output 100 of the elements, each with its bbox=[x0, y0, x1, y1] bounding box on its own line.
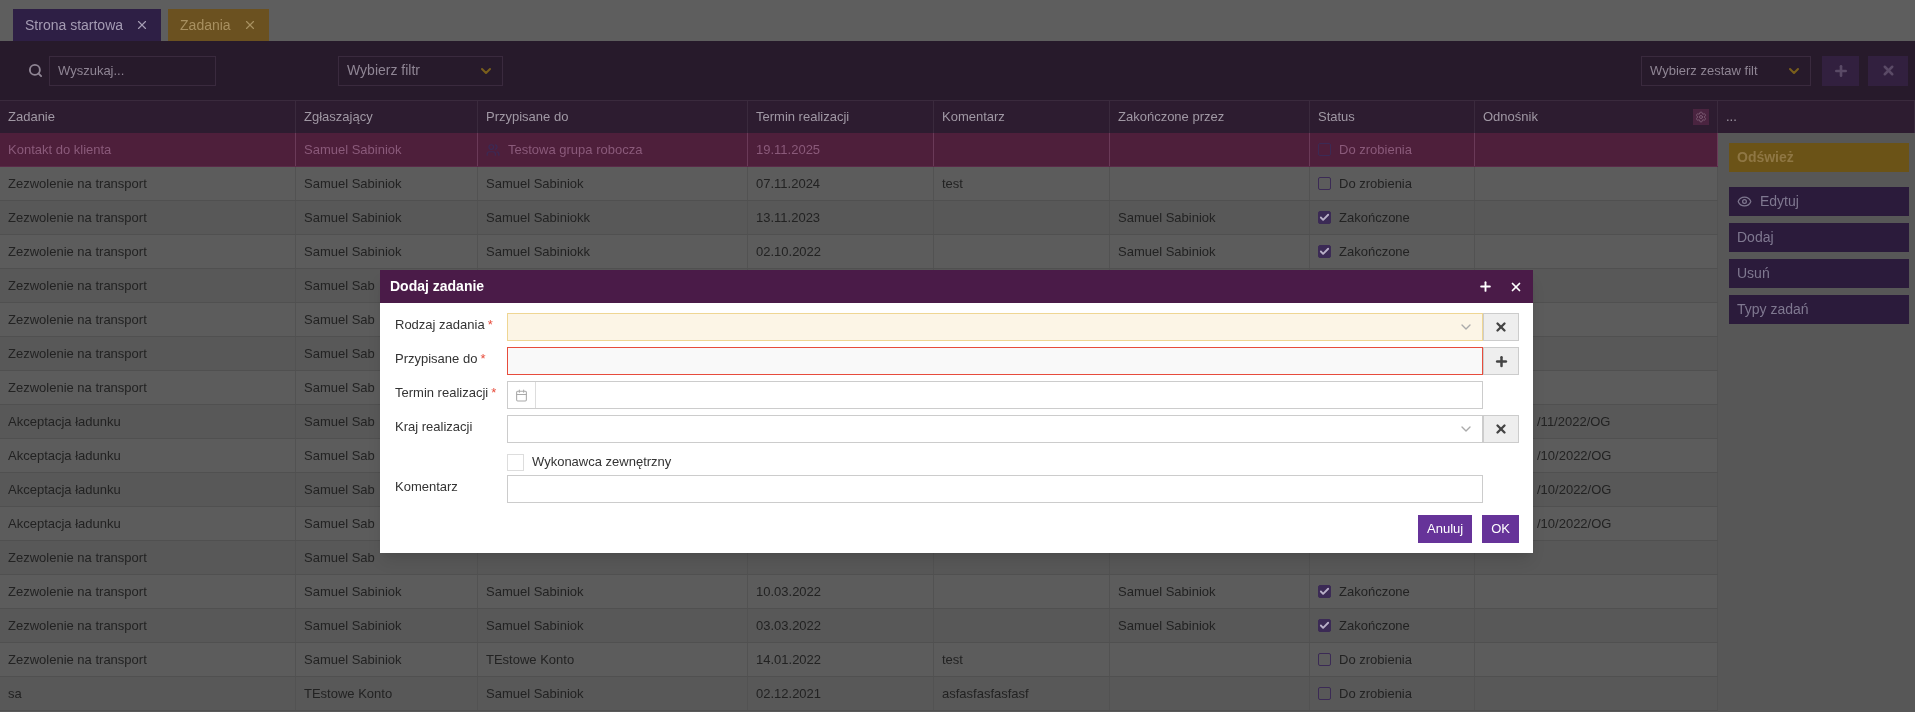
table-cell-text: 19.11.2025 bbox=[756, 140, 821, 159]
table-cell-text: 14.01.2022 bbox=[756, 650, 822, 669]
status-label: Zakończone bbox=[1339, 242, 1410, 261]
column-header[interactable]: Zadanie bbox=[8, 107, 55, 127]
table-cell-text: Samuel Sabiniok bbox=[304, 582, 402, 601]
status-label: Do zrobienia bbox=[1339, 650, 1412, 669]
date-field[interactable] bbox=[507, 381, 1483, 409]
table-cell-text: Samuel Sabiniok bbox=[486, 174, 584, 193]
add-button[interactable] bbox=[1483, 347, 1519, 375]
column-header[interactable]: Komentarz bbox=[942, 107, 1005, 127]
table-cell-text: Samuel Sabiniok bbox=[304, 242, 402, 261]
side-button[interactable]: Usuń bbox=[1729, 259, 1909, 288]
table-cell-text: Zezwolenie na transport bbox=[8, 242, 147, 261]
status-checkbox[interactable] bbox=[1318, 245, 1331, 258]
field-label: Rodzaj zadania bbox=[395, 316, 485, 334]
column-header[interactable]: Zakończone przez bbox=[1118, 107, 1225, 127]
column-header[interactable]: Odnośnik bbox=[1483, 107, 1538, 127]
select-field[interactable] bbox=[507, 313, 1483, 341]
side-button[interactable]: Dodaj bbox=[1729, 223, 1909, 252]
table-cell-text: Testowa grupa robocza bbox=[508, 140, 643, 159]
table-cell-text: Akceptacja ładunku bbox=[8, 446, 121, 465]
plus-icon bbox=[1493, 353, 1509, 369]
select-field[interactable] bbox=[507, 415, 1483, 443]
table-cell-text: /10/2022/OG bbox=[1537, 514, 1612, 533]
tab[interactable]: Zadania bbox=[168, 9, 269, 41]
table-cell-text: Samuel Sab bbox=[304, 446, 375, 465]
side-button[interactable]: Edytuj bbox=[1729, 187, 1909, 216]
status-label: Zakończone bbox=[1339, 582, 1410, 601]
checkbox[interactable] bbox=[507, 453, 524, 471]
status-label: Do zrobienia bbox=[1339, 140, 1412, 159]
table-cell-text: Kontakt do klienta bbox=[8, 140, 112, 159]
filter-dropdown[interactable]: Wybierz filtr bbox=[338, 55, 503, 86]
status-checkbox[interactable] bbox=[1318, 143, 1331, 156]
field-label: Termin realizacji bbox=[395, 384, 489, 402]
close-icon bbox=[1494, 422, 1508, 436]
dialog-title: Dodaj zadanie bbox=[390, 277, 485, 296]
settings-icon[interactable] bbox=[1693, 109, 1709, 125]
table-cell-text: Samuel Sabiniok bbox=[304, 650, 402, 669]
plus-icon[interactable] bbox=[1478, 279, 1493, 294]
close-icon bbox=[1494, 320, 1508, 334]
table-cell-text: Samuel Sab bbox=[304, 514, 375, 533]
search-icon bbox=[28, 63, 43, 78]
status-checkbox[interactable] bbox=[1318, 585, 1331, 598]
column-header[interactable]: ... bbox=[1726, 107, 1737, 127]
input-field[interactable] bbox=[507, 475, 1483, 503]
status-label: Do zrobienia bbox=[1339, 174, 1412, 193]
table-cell-text: test bbox=[942, 174, 963, 193]
required-mark: * bbox=[487, 316, 493, 334]
required-mark: * bbox=[480, 350, 486, 368]
status-checkbox[interactable] bbox=[1318, 619, 1331, 632]
table-cell-text: /10/2022/OG bbox=[1537, 446, 1612, 465]
required-mark: * bbox=[491, 384, 497, 402]
status-checkbox[interactable] bbox=[1318, 177, 1331, 190]
eye-icon bbox=[1737, 194, 1752, 209]
table-cell-text: Zezwolenie na transport bbox=[8, 174, 147, 193]
table-cell-text: Samuel Sabiniokk bbox=[486, 242, 591, 261]
clear-button[interactable] bbox=[1483, 313, 1519, 341]
table-cell-text: Zezwolenie na transport bbox=[8, 378, 147, 397]
table-cell-text: test bbox=[942, 650, 963, 669]
table-cell-text: TEstowe Konto bbox=[486, 650, 575, 669]
table-cell-text: Samuel Sabiniok bbox=[304, 174, 402, 193]
search-field[interactable]: Wyszukaj... bbox=[49, 55, 216, 86]
field-label: Przypisane do bbox=[395, 350, 478, 368]
table-cell-text: Akceptacja ładunku bbox=[8, 514, 121, 533]
table-row[interactable]: Zezwolenie na transport Samuel Sabiniok TEstowe Konto 14.01.2022 test Do zrobienia bbox=[0, 643, 1718, 677]
table-cell-text: 10.03.2022 bbox=[756, 582, 822, 601]
column-header[interactable]: Przypisane do bbox=[486, 107, 569, 127]
table-cell-text: Samuel Sabiniok bbox=[486, 582, 584, 601]
side-button[interactable]: Typy zadań bbox=[1729, 295, 1909, 324]
tab[interactable]: Strona startowa bbox=[13, 9, 162, 41]
plus-icon bbox=[1832, 62, 1849, 79]
table-cell-text: Samuel Sab bbox=[304, 310, 375, 329]
clear-button[interactable] bbox=[1483, 415, 1519, 443]
column-header[interactable]: Status bbox=[1318, 107, 1355, 127]
table-cell-text: 07.11.2024 bbox=[756, 174, 821, 193]
dialog-button[interactable]: OK bbox=[1482, 515, 1519, 543]
table-cell-text: Samuel Sab bbox=[304, 378, 375, 397]
column-header[interactable]: Termin realizacji bbox=[756, 107, 850, 127]
checkbox-label: Wykonawca zewnętrzny bbox=[532, 453, 672, 472]
table-cell-text: Zezwolenie na transport bbox=[8, 582, 147, 601]
input-field[interactable] bbox=[507, 347, 1483, 375]
status-checkbox[interactable] bbox=[1318, 653, 1331, 666]
table-cell-text: Samuel Sabiniok bbox=[304, 140, 402, 159]
dialog-button[interactable]: Anuluj bbox=[1418, 515, 1473, 543]
table-cell-text: Zezwolenie na transport bbox=[8, 650, 147, 669]
table-row[interactable]: Zezwolenie na transport Samuel Sabiniok Samuel Sabiniokk 02.10.2022 Samuel Sabiniok Zakończone bbox=[0, 235, 1718, 269]
table-cell-text: Samuel Sabiniok bbox=[1118, 242, 1216, 261]
filter-set-dropdown[interactable]: Wybierz zestaw filt bbox=[1641, 55, 1811, 86]
table-row[interactable]: Kontakt do klienta Samuel Sabiniok Testowa grupa robocza 19.11.2025 Do zrobienia bbox=[0, 133, 1718, 167]
table-cell-text: 02.10.2022 bbox=[756, 242, 822, 261]
field-label: Komentarz bbox=[395, 478, 458, 496]
field-label: Kraj realizacji bbox=[395, 418, 473, 436]
table-cell-text: Samuel Sabiniok bbox=[1118, 582, 1216, 601]
table-cell-text: Zezwolenie na transport bbox=[8, 310, 147, 329]
status-checkbox[interactable] bbox=[1318, 687, 1331, 700]
table-row[interactable]: Zezwolenie na transport Samuel Sabiniok Samuel Sabiniok 10.03.2022 Samuel Sabiniok Zakończone bbox=[0, 575, 1718, 609]
status-checkbox[interactable] bbox=[1318, 211, 1331, 224]
remove-button[interactable] bbox=[1868, 55, 1908, 86]
column-header[interactable]: Zgłaszający bbox=[304, 107, 373, 127]
table-row[interactable]: Zezwolenie na transport Samuel Sabiniok Samuel Sabiniok 07.11.2024 test Do zrobienia bbox=[0, 167, 1718, 201]
